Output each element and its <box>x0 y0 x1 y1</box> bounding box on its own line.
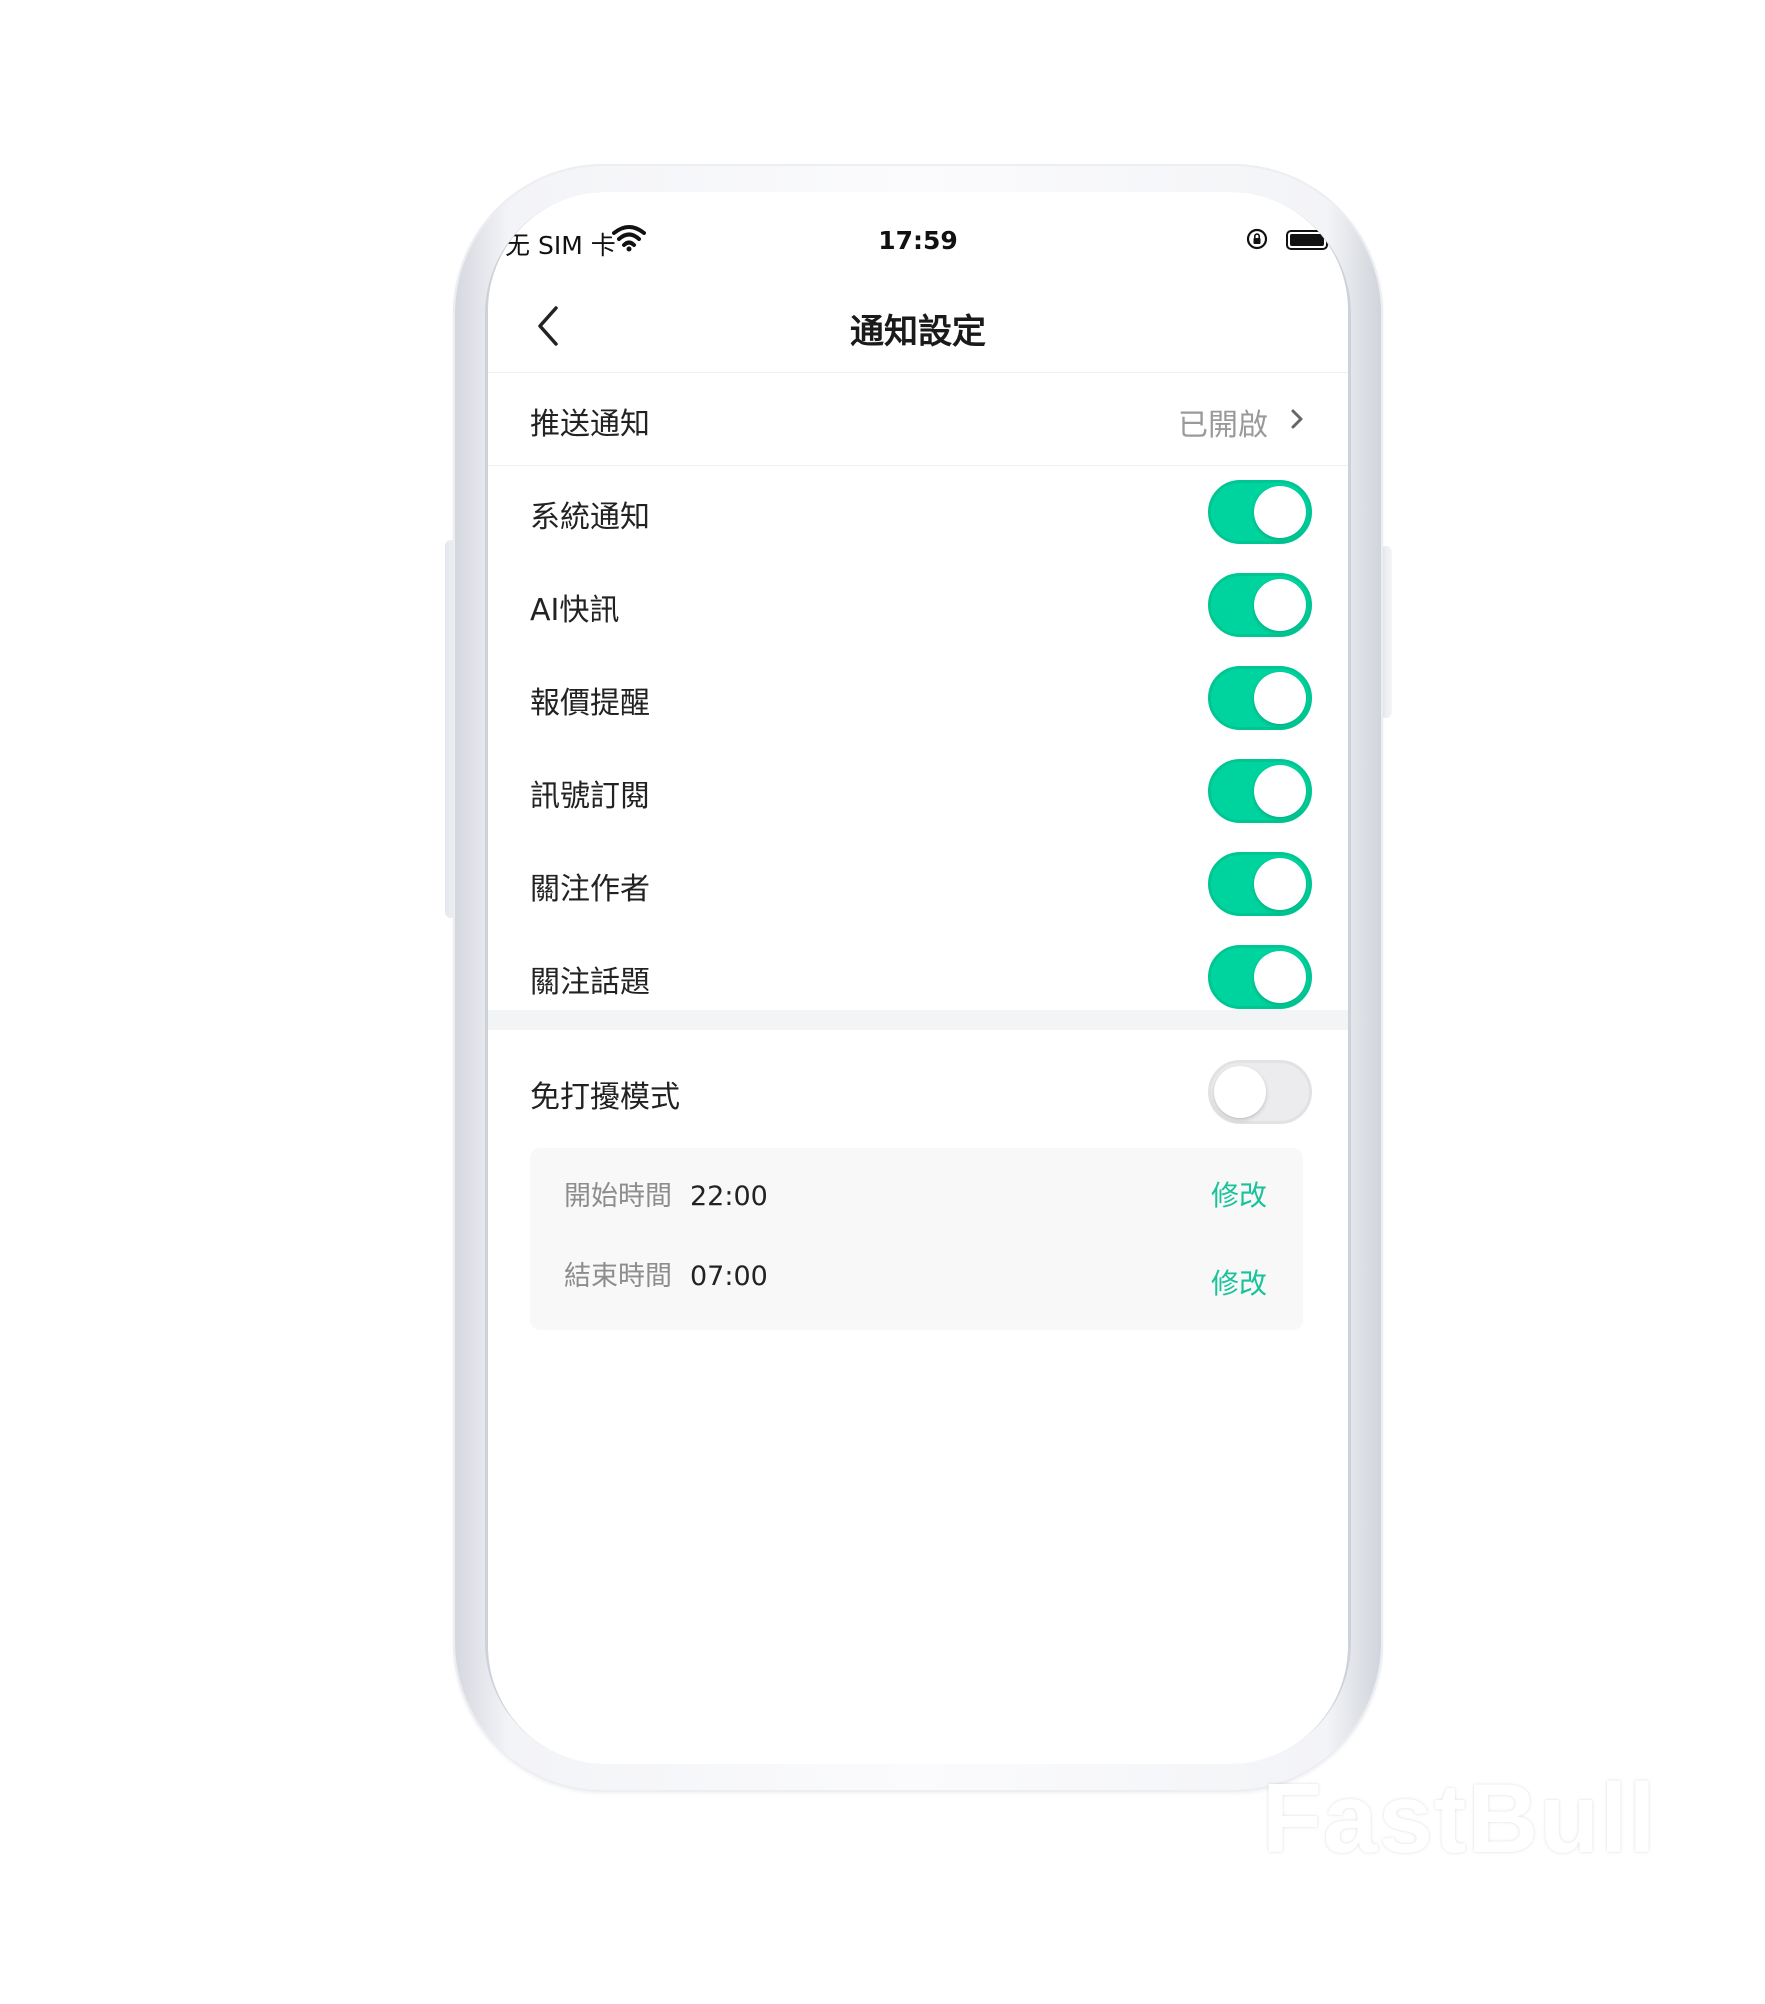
toggle-knob <box>1254 765 1306 817</box>
toggle-row-label: 報價提醒 <box>530 686 650 721</box>
dnd-time-card: 開始時間 22:00 修改 結束時間 07:00 修改 <box>530 1148 1303 1330</box>
phone-screen: 无 SIM 卡 17:59 通知設定 推送通知 已開啟 系統通知 AI快訊 報價… <box>488 192 1348 1764</box>
edit-start-time-button[interactable]: 修改 <box>1211 1174 1267 1214</box>
rotation-lock-icon <box>1245 227 1269 257</box>
toggle-row: AI快訊 <box>488 559 1348 651</box>
toggle-knob <box>1254 486 1306 538</box>
toggle-knob <box>1254 951 1306 1003</box>
toggle-knob <box>1254 672 1306 724</box>
push-notification-row[interactable]: 推送通知 已開啟 <box>488 373 1348 466</box>
toggle-row-label: 關注作者 <box>530 872 650 907</box>
end-time-label: 結束時間 <box>564 1261 672 1292</box>
notification-toggle[interactable] <box>1208 945 1312 1009</box>
edit-end-time-button[interactable]: 修改 <box>1211 1262 1267 1302</box>
toggle-row-label: AI快訊 <box>530 593 620 628</box>
nav-bar: 通知設定 <box>488 284 1348 373</box>
section-divider <box>488 1010 1348 1030</box>
status-time: 17:59 <box>878 226 958 255</box>
toggle-row: 關注作者 <box>488 838 1348 930</box>
push-notification-label: 推送通知 <box>530 407 650 442</box>
toggle-row: 訊號訂閱 <box>488 745 1348 837</box>
do-not-disturb-label: 免打擾模式 <box>530 1080 680 1115</box>
status-bar: 无 SIM 卡 17:59 <box>488 224 1348 264</box>
start-time-value: 22:00 <box>690 1181 768 1212</box>
toggle-row: 報價提醒 <box>488 652 1348 744</box>
toggle-knob <box>1254 858 1306 910</box>
end-time-value: 07:00 <box>690 1261 768 1292</box>
watermark-logo: FastBull <box>1262 1763 1657 1873</box>
notification-toggle[interactable] <box>1208 852 1312 916</box>
notification-toggle[interactable] <box>1208 666 1312 730</box>
battery-icon <box>1286 230 1332 250</box>
notification-toggle[interactable] <box>1208 573 1312 637</box>
toggle-knob <box>1214 1066 1266 1118</box>
toggle-row-label: 訊號訂閱 <box>530 779 650 814</box>
notification-toggle[interactable] <box>1208 759 1312 823</box>
page-title: 通知設定 <box>850 312 986 352</box>
do-not-disturb-toggle[interactable] <box>1208 1060 1312 1124</box>
toggle-row-label: 關注話題 <box>530 965 650 1000</box>
chevron-right-icon <box>1286 405 1308 433</box>
notification-toggle[interactable] <box>1208 480 1312 544</box>
start-time-label: 開始時間 <box>564 1181 672 1212</box>
do-not-disturb-row: 免打擾模式 <box>488 1046 1348 1138</box>
start-time-line: 開始時間 22:00 <box>564 1174 768 1213</box>
toggle-row: 系統通知 <box>488 466 1348 558</box>
end-time-line: 結束時間 07:00 <box>564 1254 768 1293</box>
toggle-row-label: 系統通知 <box>530 500 650 535</box>
toggle-knob <box>1254 579 1306 631</box>
push-notification-status: 已開啟 <box>1178 408 1268 443</box>
